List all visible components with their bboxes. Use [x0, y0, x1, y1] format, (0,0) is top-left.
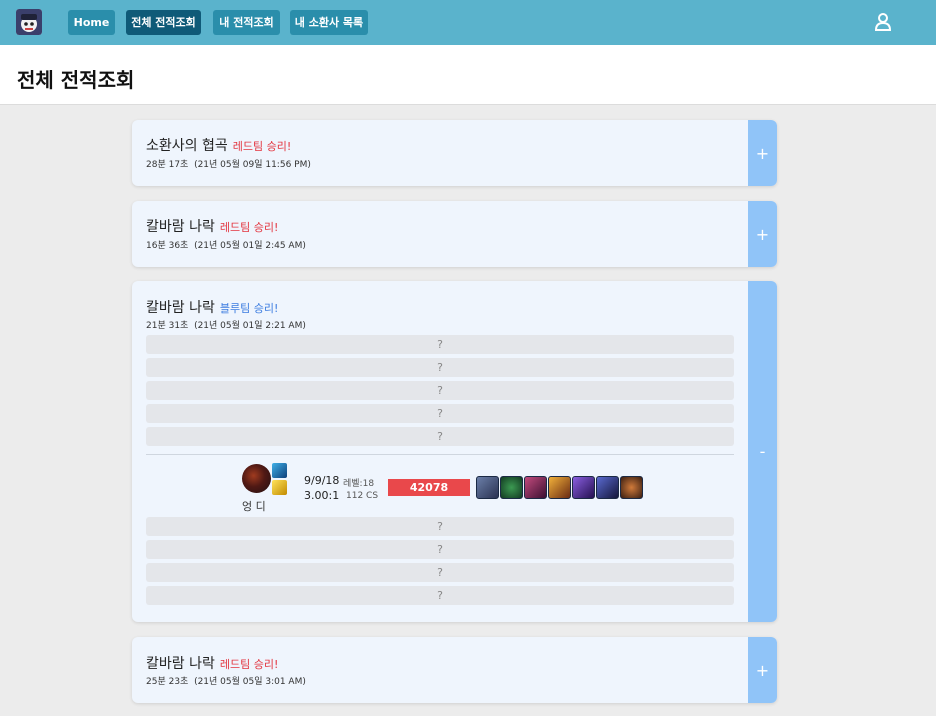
- game-mode-label: 칼바람 나락: [146, 219, 215, 235]
- summoner-spell-icon: [272, 463, 287, 478]
- game-mode: 칼바람 나락 블루팀 승리!: [146, 297, 278, 317]
- expand-button[interactable]: +: [748, 120, 777, 186]
- game-mode: 칼바람 나락 레드팀 승리!: [146, 653, 278, 673]
- game-card: 소환사의 협곡 레드팀 승리! 28분 17초 (21년 05월 09일 11:5…: [132, 120, 777, 186]
- hidden-player-row[interactable]: ?: [146, 335, 734, 354]
- game-date: (21년 05월 01일 2:21 AM): [194, 321, 306, 331]
- top-navbar: Home 전체 전적조회 내 전적조회 내 소환사 목록: [0, 0, 936, 45]
- hidden-player-row[interactable]: ?: [146, 381, 734, 400]
- game-duration: 28분 17초: [146, 160, 189, 170]
- item-1-icon: [476, 476, 499, 499]
- game-card: 칼바람 나락 레드팀 승리! 25분 23초 (21년 05월 05일 3:01 …: [132, 637, 777, 703]
- hidden-player-row[interactable]: ?: [146, 404, 734, 423]
- item-2-icon: [500, 476, 523, 499]
- hidden-player-row[interactable]: ?: [146, 563, 734, 582]
- logo-icon[interactable]: [16, 9, 42, 35]
- item-7-icon: [620, 476, 643, 499]
- collapse-button[interactable]: -: [748, 281, 777, 622]
- hidden-player-row[interactable]: ?: [146, 517, 734, 536]
- game-meta: 21분 31초 (21년 05월 01일 2:21 AM): [146, 318, 306, 331]
- game-meta: 25분 23초 (21년 05월 05일 3:01 AM): [146, 674, 306, 687]
- game-result: 레드팀 승리!: [219, 658, 279, 671]
- item-6-icon: [596, 476, 619, 499]
- game-meta: 16분 36초 (21년 05월 01일 2:45 AM): [146, 238, 306, 251]
- game-mode: 칼바람 나락 레드팀 승리!: [146, 216, 278, 236]
- expand-button[interactable]: +: [748, 201, 777, 267]
- hidden-player-row[interactable]: ?: [146, 358, 734, 377]
- team-divider: [146, 454, 734, 455]
- game-date: (21년 05월 01일 2:45 AM): [194, 241, 306, 251]
- game-mode: 소환사의 협곡 레드팀 승리!: [146, 135, 291, 155]
- player-cs: 112 CS: [346, 491, 379, 501]
- item-4-icon: [548, 476, 571, 499]
- page-header: 전체 전적조회: [0, 45, 936, 105]
- nav-home-button[interactable]: Home: [68, 10, 115, 35]
- game-date: (21년 05월 05일 3:01 AM): [194, 677, 306, 687]
- item-3-icon: [524, 476, 547, 499]
- player-name: 엉 디: [242, 500, 266, 513]
- hidden-player-row[interactable]: ?: [146, 586, 734, 605]
- game-result: 레드팀 승리!: [219, 221, 279, 234]
- user-icon[interactable]: [874, 12, 892, 32]
- page-title: 전체 전적조회: [17, 68, 135, 92]
- hidden-player-row[interactable]: ?: [146, 427, 734, 446]
- nav-my-records-button[interactable]: 내 전적조회: [213, 10, 280, 35]
- game-duration: 25분 23초: [146, 677, 189, 687]
- game-result: 블루팀 승리!: [219, 302, 279, 315]
- player-kda-ratio: 3.00:1: [304, 489, 340, 502]
- item-5-icon: [572, 476, 595, 499]
- game-card-expanded: 칼바람 나락 블루팀 승리! 21분 31초 (21년 05월 01일 2:21 …: [132, 281, 777, 622]
- game-meta: 28분 17초 (21년 05월 09일 11:56 PM): [146, 157, 311, 170]
- game-mode-label: 칼바람 나락: [146, 300, 215, 316]
- game-mode-label: 소환사의 협곡: [146, 138, 228, 154]
- champion-icon: [242, 464, 271, 493]
- game-date: (21년 05월 09일 11:56 PM): [194, 160, 311, 170]
- nav-all-records-button[interactable]: 전체 전적조회: [126, 10, 201, 35]
- hidden-player-row[interactable]: ?: [146, 540, 734, 559]
- game-duration: 21분 31초: [146, 321, 189, 331]
- player-level: 레벨:18: [343, 479, 375, 489]
- player-kda: 9/9/18: [304, 474, 340, 487]
- game-result: 레드팀 승리!: [232, 140, 292, 153]
- expand-button[interactable]: +: [748, 637, 777, 703]
- game-mode-label: 칼바람 나락: [146, 656, 215, 672]
- nav-my-summoners-button[interactable]: 내 소환사 목록: [290, 10, 368, 35]
- summoner-spell-icon: [272, 480, 287, 495]
- game-card: 칼바람 나락 레드팀 승리! 16분 36초 (21년 05월 01일 2:45 …: [132, 201, 777, 267]
- damage-bar: 42078: [388, 479, 470, 496]
- game-duration: 16분 36초: [146, 241, 189, 251]
